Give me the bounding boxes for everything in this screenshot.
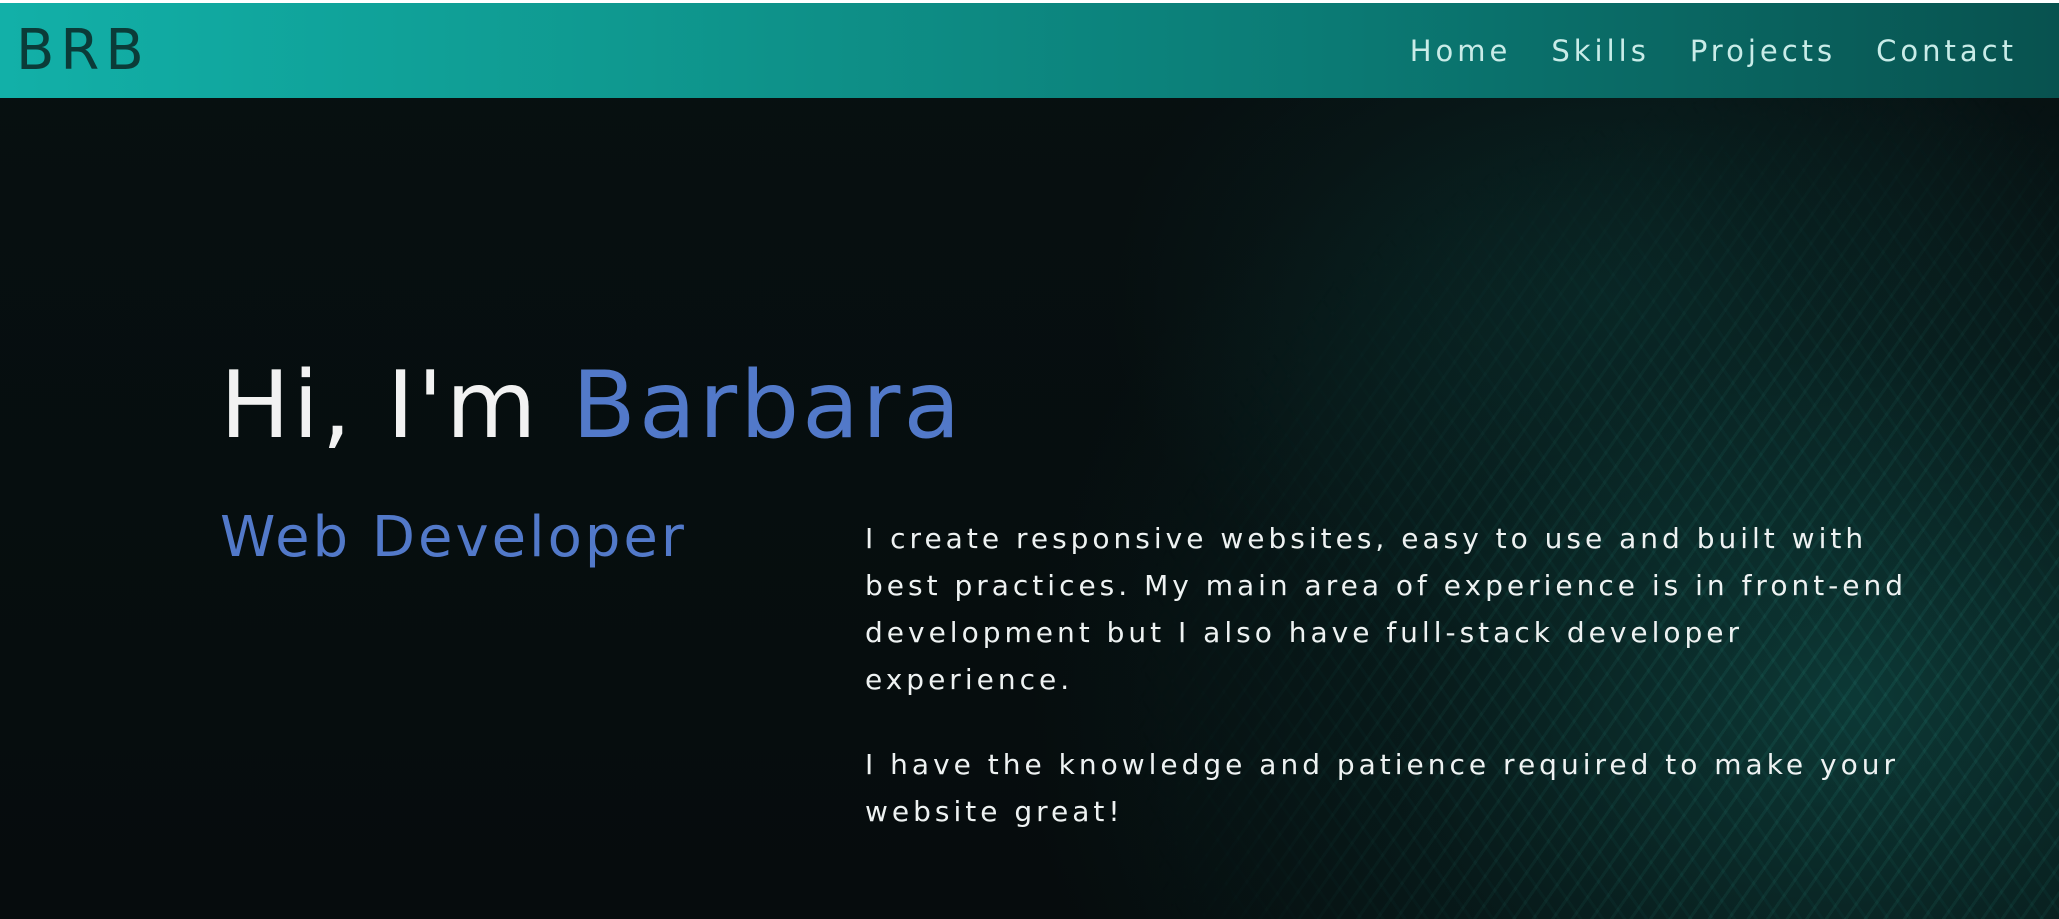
nav-link-projects[interactable]: Projects <box>1690 31 1836 71</box>
hero-role: Web Developer <box>220 505 687 570</box>
page: BRB Home Skills Projects Contact Hi, I'm… <box>0 0 2059 919</box>
nav-link-home[interactable]: Home <box>1410 31 1512 71</box>
nav-link-skills[interactable]: Skills <box>1551 31 1649 71</box>
hero-greeting: Hi, I'm <box>220 351 573 459</box>
nav-link-contact[interactable]: Contact <box>1876 31 2017 71</box>
intro-text: I create responsive websites, easy to us… <box>865 515 1955 873</box>
intro-paragraph: I create responsive websites, easy to us… <box>865 522 1908 696</box>
logo[interactable]: BRB <box>16 19 150 83</box>
intro-paragraph: I have the knowledge and patience requir… <box>865 748 1900 828</box>
hero-name: Barbara <box>572 351 964 459</box>
main-nav: Home Skills Projects Contact <box>1410 31 2017 71</box>
hero-title: Hi, I'm Barbara <box>220 350 963 460</box>
navbar: BRB Home Skills Projects Contact <box>0 3 2059 98</box>
